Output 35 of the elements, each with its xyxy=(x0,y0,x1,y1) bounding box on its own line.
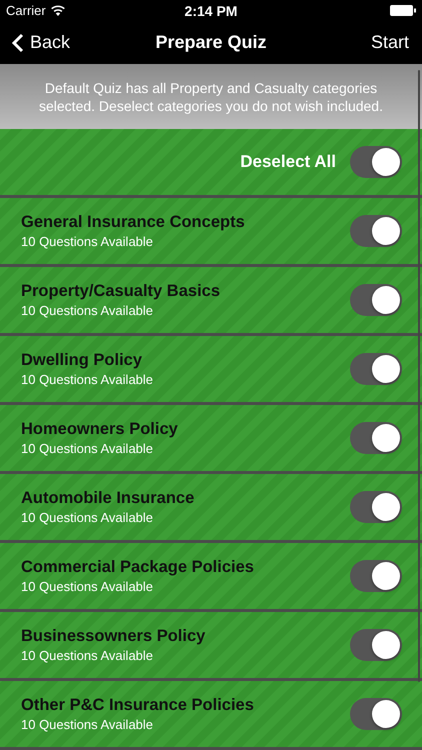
category-name: Other P&C Insurance Policies xyxy=(21,696,255,715)
toggle-switch[interactable] xyxy=(350,698,402,730)
category-name: General Insurance Concepts xyxy=(21,213,246,232)
info-text: Default Quiz has all Property and Casualty categories selected. Deselect categories you do not wish included. xyxy=(38,78,384,114)
question-count: 10 Questions Available xyxy=(21,234,154,249)
chevron-left-icon xyxy=(12,32,24,53)
back-button[interactable]: Back xyxy=(12,32,70,54)
toggle-switch[interactable] xyxy=(350,491,402,523)
question-count: 10 Questions Available xyxy=(21,717,154,732)
toggle-switch[interactable] xyxy=(350,146,402,178)
category-name: Commercial Package Policies xyxy=(21,558,255,577)
question-count: 10 Questions Available xyxy=(21,648,154,663)
toggle-switch[interactable] xyxy=(350,215,402,247)
category-name: Businessowners Policy xyxy=(21,627,206,646)
toggle-switch[interactable] xyxy=(350,353,402,385)
status-time: 2:14 PM xyxy=(184,2,238,19)
question-count: 10 Questions Available xyxy=(21,579,154,594)
question-count: 10 Questions Available xyxy=(21,510,154,525)
category-name: Automobile Insurance xyxy=(21,489,196,508)
nav-title: Prepare Quiz xyxy=(155,32,267,54)
battery-icon xyxy=(390,5,416,16)
category-name: Dwelling Policy xyxy=(21,351,144,370)
deselect-all-label: Deselect All xyxy=(240,152,336,172)
question-count: 10 Questions Available xyxy=(21,303,154,318)
category-name: Homeowners Policy xyxy=(21,420,179,439)
wifi-icon xyxy=(50,5,65,16)
question-count: 10 Questions Available xyxy=(21,441,154,456)
question-count: 10 Questions Available xyxy=(21,372,154,387)
category-name: Property/Casualty Basics xyxy=(21,282,222,301)
toggle-switch[interactable] xyxy=(350,629,402,661)
start-button[interactable]: Start xyxy=(370,32,409,54)
toggle-switch[interactable] xyxy=(350,284,402,316)
toggle-switch[interactable] xyxy=(350,560,402,592)
toggle-switch[interactable] xyxy=(350,422,402,454)
carrier-label: Carrier xyxy=(6,3,46,18)
